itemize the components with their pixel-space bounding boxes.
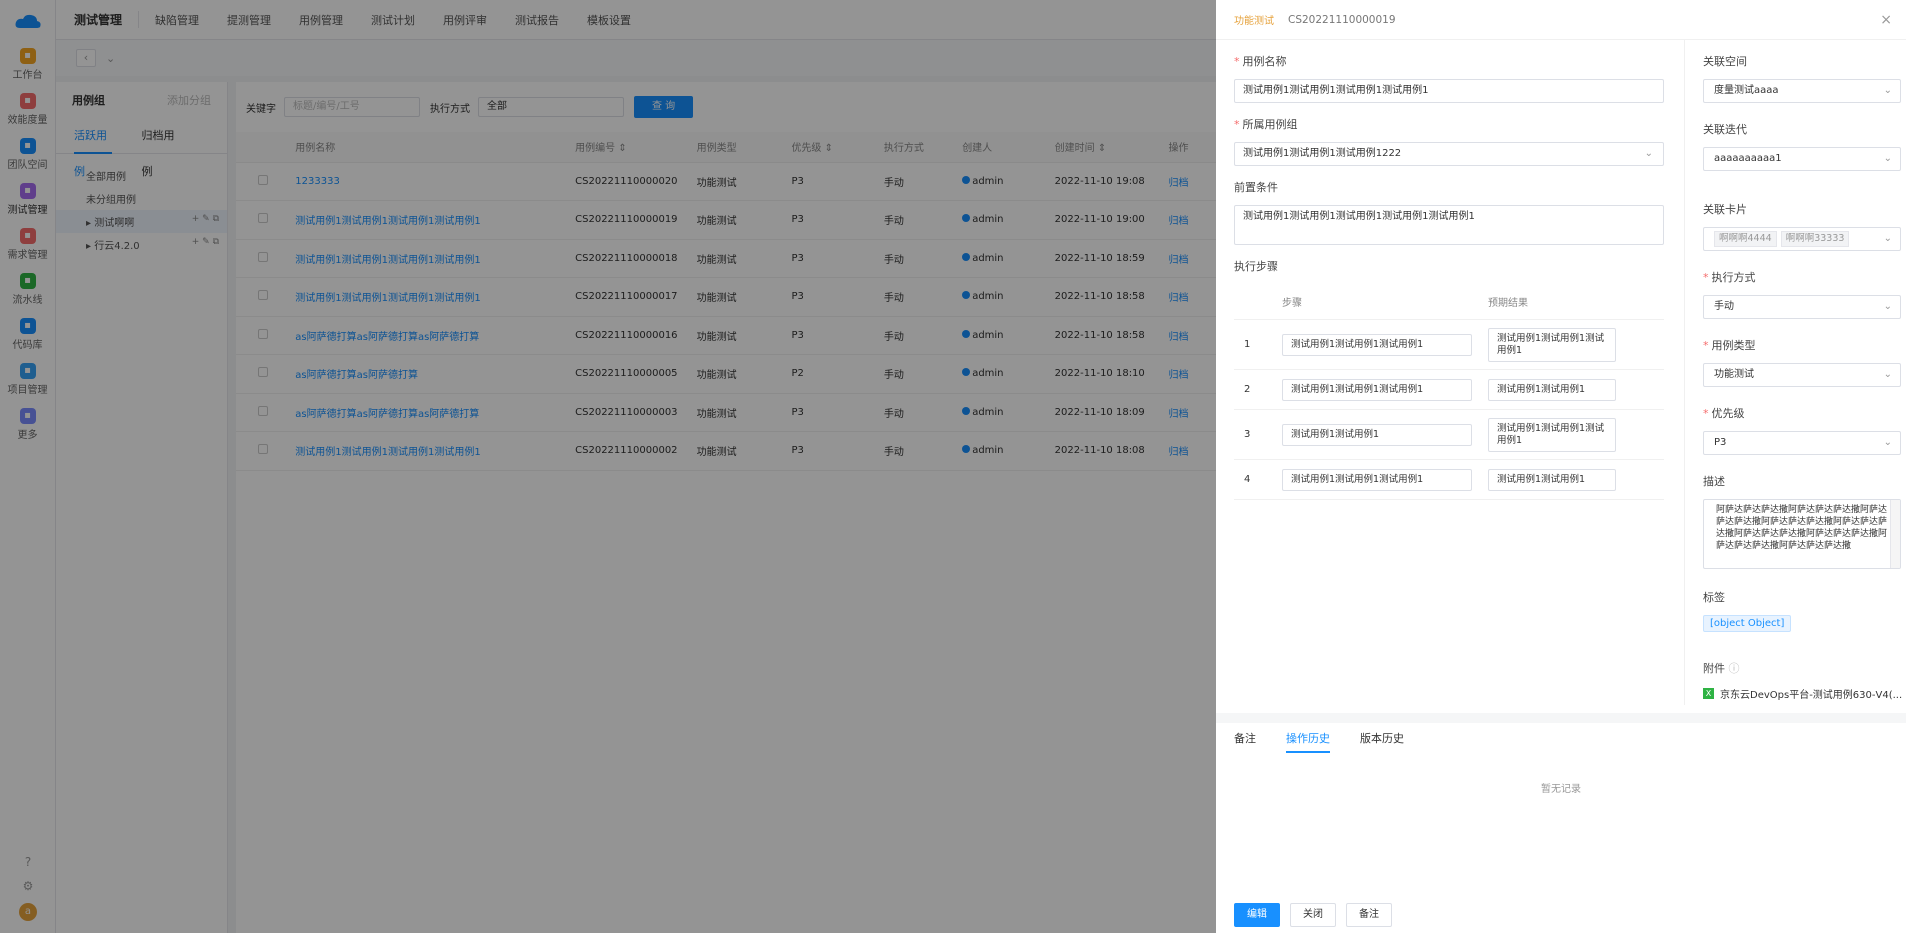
exec-label: 执行方式	[1711, 271, 1756, 284]
expect-input[interactable]: 测试用例1测试用例1	[1488, 378, 1616, 401]
case-type-select[interactable]: 功能测试 ⌄	[1703, 363, 1901, 387]
space-label: 关联空间	[1703, 55, 1747, 68]
modal-overlay[interactable]	[0, 0, 1216, 933]
name-label: 用例名称	[1242, 55, 1287, 68]
step-number: 1	[1244, 339, 1251, 350]
description-text: 阿萨达萨达萨达撒阿萨达萨达萨达撒阿萨达萨达萨达撒阿萨达萨达萨达撒阿萨达萨达萨达撒…	[1716, 505, 1888, 551]
section-divider	[1216, 713, 1906, 723]
tag-chip[interactable]: [object Object]	[1703, 615, 1792, 632]
note-button[interactable]: 备注	[1346, 903, 1392, 927]
tag-label: 标签	[1703, 591, 1725, 604]
attachment-label: 附件	[1703, 662, 1725, 675]
space-select[interactable]: 度量测试aaaa ⌄	[1703, 79, 1901, 103]
case-type-label: 用例类型	[1711, 339, 1756, 352]
steps-table: 步骤 预期结果 1 测试用例1测试用例1测试用例1 测试用例1测试用例1测试用例1 2…	[1234, 284, 1664, 500]
priority-value: P3	[1714, 437, 1727, 448]
case-detail-drawer: 功能测试 CS20221110000019 × * 用例名称 测试用例1测试用例1…	[1216, 0, 1906, 933]
description-label: 描述	[1703, 475, 1725, 488]
case-type-badge: 功能测试	[1234, 16, 1274, 27]
group-select[interactable]: 测试用例1测试用例1测试用例1222 ⌄	[1234, 142, 1664, 166]
exec-value: 手动	[1714, 301, 1734, 312]
chevron-down-icon: ⌄	[1883, 233, 1892, 244]
step-input[interactable]: 测试用例1测试用例1测试用例1	[1282, 468, 1472, 491]
card-chip[interactable]: 啊啊啊4444	[1714, 231, 1777, 247]
step-number: 4	[1244, 474, 1251, 485]
chevron-down-icon: ⌄	[1644, 148, 1653, 159]
step-header: 步骤	[1282, 298, 1302, 309]
expect-input[interactable]: 测试用例1测试用例1	[1488, 468, 1616, 491]
chevron-down-icon: ⌄	[1883, 301, 1892, 312]
priority-select[interactable]: P3 ⌄	[1703, 431, 1901, 455]
iteration-label: 关联迭代	[1703, 123, 1747, 136]
card-label: 关联卡片	[1703, 203, 1747, 216]
step-input[interactable]: 测试用例1测试用例1	[1282, 423, 1472, 446]
drawer-main-form: * 用例名称 测试用例1测试用例1测试用例1测试用例1 * 所属用例组 测试用例1测…	[1234, 40, 1664, 500]
group-label: 所属用例组	[1242, 118, 1298, 131]
step-number: 3	[1244, 429, 1251, 440]
chevron-down-icon: ⌄	[1883, 369, 1892, 380]
chevron-down-icon: ⌄	[1883, 437, 1892, 448]
case-code: CS20221110000019	[1288, 13, 1396, 26]
space-value: 度量测试aaaa	[1714, 85, 1779, 96]
pre-condition-field[interactable]: 测试用例1测试用例1测试用例1测试用例1测试用例1	[1234, 205, 1664, 245]
case-type-value: 功能测试	[1714, 369, 1754, 380]
chevron-down-icon: ⌄	[1883, 153, 1892, 164]
step-number: 2	[1244, 384, 1251, 395]
tab-notes[interactable]: 备注	[1234, 730, 1256, 753]
expect-input[interactable]: 测试用例1测试用例1测试用例1	[1488, 417, 1616, 452]
expect-input[interactable]: 测试用例1测试用例1测试用例1	[1488, 327, 1616, 362]
priority-label: 优先级	[1711, 407, 1745, 420]
chevron-down-icon: ⌄	[1883, 85, 1892, 96]
step-row: 1 测试用例1测试用例1测试用例1 测试用例1测试用例1测试用例1	[1234, 320, 1664, 370]
help-circle-icon[interactable]: ⓘ	[1729, 662, 1740, 675]
pre-condition-label: 前置条件	[1234, 181, 1278, 194]
empty-state: 暂无记录	[1541, 784, 1581, 795]
description-field[interactable]: 阿萨达萨达萨达撒阿萨达萨达萨达撒阿萨达萨达萨达撒阿萨达萨达萨达撒阿萨达萨达萨达撒…	[1703, 499, 1901, 569]
tab-operation-history[interactable]: 操作历史	[1286, 730, 1330, 753]
step-input[interactable]: 测试用例1测试用例1测试用例1	[1282, 378, 1472, 401]
close-icon[interactable]: ×	[1880, 12, 1892, 28]
step-input[interactable]: 测试用例1测试用例1测试用例1	[1282, 333, 1472, 356]
group-value: 测试用例1测试用例1测试用例1222	[1243, 148, 1402, 159]
iteration-select[interactable]: aaaaaaaaaa1 ⌄	[1703, 147, 1901, 171]
steps-label: 执行步骤	[1234, 260, 1278, 273]
step-row: 2 测试用例1测试用例1测试用例1 测试用例1测试用例1	[1234, 370, 1664, 410]
case-name-field[interactable]: 测试用例1测试用例1测试用例1测试用例1	[1234, 79, 1664, 103]
excel-icon: X	[1703, 688, 1714, 699]
scrollbar[interactable]	[1890, 500, 1900, 568]
attachment-item[interactable]: X 京东云DevOps平台-测试用例630-V4(...	[1703, 686, 1906, 701]
drawer-side-form: 关联空间 度量测试aaaa ⌄ 关联迭代 aaaaaaaaaa1 ⌄ 关联卡片 啊啊…	[1684, 40, 1906, 705]
attachment-name: 京东云DevOps平台-测试用例630-V4(...	[1720, 690, 1903, 701]
edit-button[interactable]: 编辑	[1234, 903, 1280, 927]
exec-select[interactable]: 手动 ⌄	[1703, 295, 1901, 319]
tab-version-history[interactable]: 版本历史	[1360, 730, 1404, 753]
card-select[interactable]: 啊啊啊4444 啊啊啊33333 ⌄	[1703, 227, 1901, 251]
step-row: 3 测试用例1测试用例1 测试用例1测试用例1测试用例1	[1234, 410, 1664, 460]
step-row: 4 测试用例1测试用例1测试用例1 测试用例1测试用例1	[1234, 460, 1664, 500]
expect-header: 预期结果	[1488, 298, 1528, 309]
card-chip[interactable]: 啊啊啊33333	[1780, 231, 1850, 247]
close-button[interactable]: 关闭	[1290, 903, 1336, 927]
iteration-value: aaaaaaaaaa1	[1714, 153, 1782, 164]
